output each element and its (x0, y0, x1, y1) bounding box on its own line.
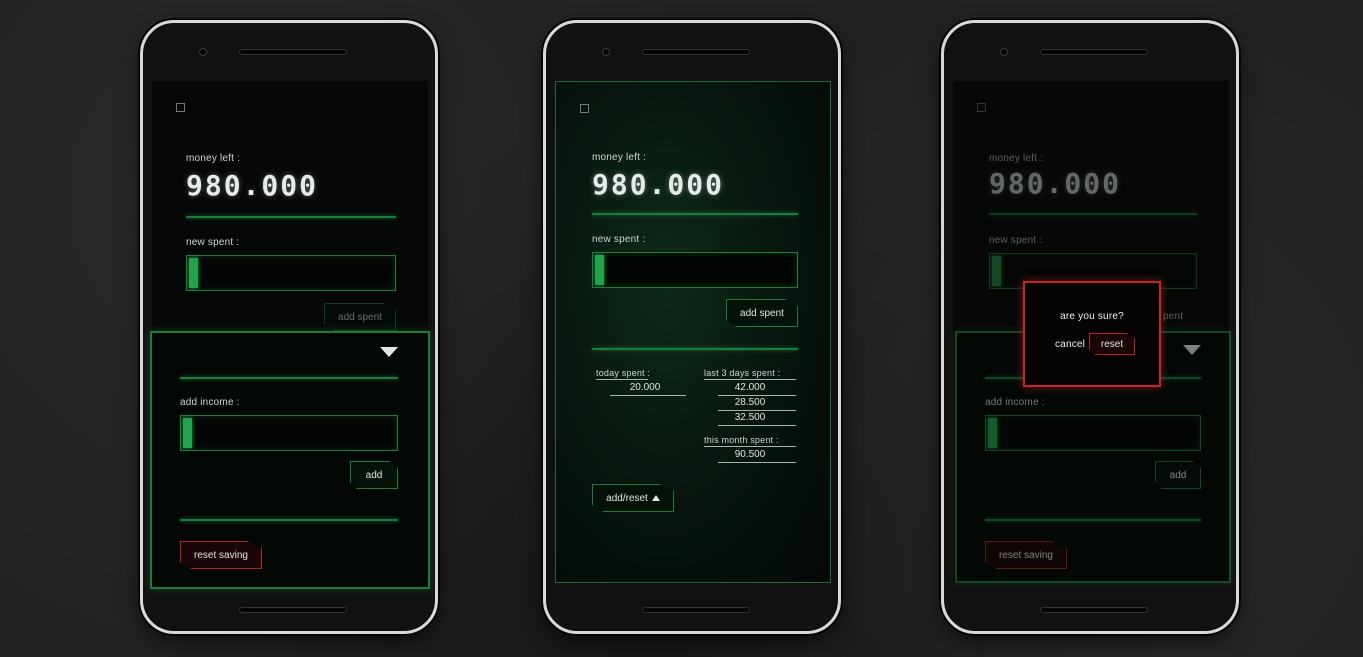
screen-confirm: money left : 980.000 new spent : pent ad… (953, 81, 1231, 583)
add-reset-button[interactable]: add/reset (592, 484, 674, 512)
input-indicator (992, 256, 1001, 286)
input-indicator (189, 258, 198, 288)
money-left-value: 980.000 (989, 167, 1122, 200)
today-spent-label: today spent : (596, 368, 651, 378)
menu-square-icon[interactable] (176, 103, 185, 112)
home-indicator (239, 607, 347, 613)
money-left-value: 980.000 (186, 169, 319, 202)
underline (704, 379, 796, 380)
speaker-grille (239, 49, 347, 55)
money-left-label: money left : (186, 153, 241, 164)
home-indicator (642, 607, 750, 613)
divider (592, 348, 798, 350)
input-indicator (183, 418, 192, 448)
camera-icon (1000, 48, 1008, 56)
camera-icon (602, 48, 610, 56)
add-income-input (985, 415, 1201, 451)
money-left-label: money left : (989, 153, 1044, 164)
add-income-button: add (1155, 461, 1201, 489)
last-3-days-value: 28.500 (734, 397, 766, 408)
speaker-grille (1040, 49, 1148, 55)
add-income-label: add income : (985, 397, 1045, 408)
underline (596, 379, 648, 380)
confirm-dialog: are you sure? cancel reset (1023, 281, 1161, 387)
this-month-label: this month spent : (704, 435, 779, 445)
triangle-up-icon (651, 495, 660, 501)
add-reset-label: add/reset (606, 492, 648, 504)
input-indicator (988, 418, 997, 448)
confirm-message: are you sure? (1060, 311, 1124, 322)
phone-frame-income: money left : 980.000 new spent : add spe… (140, 20, 438, 634)
add-spent-button-partial: pent (1163, 311, 1184, 322)
camera-icon (199, 48, 207, 56)
new-spent-label: new spent : (186, 237, 240, 248)
phone-frame-summary: money left : 980.000 new spent : add spe… (543, 20, 841, 634)
add-spent-button[interactable]: add spent (324, 303, 396, 331)
divider (592, 213, 798, 215)
speaker-grille (642, 49, 750, 55)
underline (718, 395, 796, 396)
divider (985, 519, 1201, 521)
underline (704, 446, 796, 447)
phone-frame-confirm: money left : 980.000 new spent : pent ad… (941, 20, 1239, 634)
home-indicator (1040, 607, 1148, 613)
menu-square-icon (977, 103, 986, 112)
input-indicator (595, 255, 604, 285)
divider (989, 213, 1197, 215)
divider (180, 519, 398, 521)
collapse-triangle-icon (1183, 345, 1201, 355)
add-income-label: add income : (180, 397, 240, 408)
underline (718, 425, 796, 426)
today-spent-value: 20.000 (629, 382, 661, 393)
last-3-days-value: 32.500 (734, 412, 766, 423)
collapse-triangle-icon[interactable] (380, 347, 398, 357)
divider (186, 216, 396, 218)
new-spent-input[interactable] (592, 252, 798, 288)
money-left-label: money left : (592, 152, 647, 163)
reset-confirm-button[interactable]: reset (1089, 333, 1135, 355)
screen-income: money left : 980.000 new spent : add spe… (150, 81, 430, 589)
last-3-days-label: last 3 days spent : (704, 368, 781, 378)
underline (718, 462, 796, 463)
new-spent-label: new spent : (592, 234, 646, 245)
last-3-days-value: 42.000 (734, 382, 766, 393)
underline (610, 395, 686, 396)
add-income-button[interactable]: add (350, 461, 398, 489)
new-spent-input[interactable] (186, 255, 396, 291)
new-spent-label: new spent : (989, 235, 1043, 246)
add-income-input[interactable] (180, 415, 398, 451)
menu-square-icon[interactable] (580, 104, 589, 113)
this-month-value: 90.500 (734, 449, 766, 460)
reset-saving-button: reset saving (985, 541, 1067, 569)
screen-summary: money left : 980.000 new spent : add spe… (555, 81, 831, 583)
income-panel: add income : add reset saving (150, 331, 430, 589)
money-left-value: 980.000 (592, 168, 725, 201)
underline (718, 410, 796, 411)
add-spent-button[interactable]: add spent (726, 299, 798, 327)
reset-saving-button[interactable]: reset saving (180, 541, 262, 569)
divider (180, 377, 398, 379)
cancel-button[interactable]: cancel (1055, 339, 1085, 350)
